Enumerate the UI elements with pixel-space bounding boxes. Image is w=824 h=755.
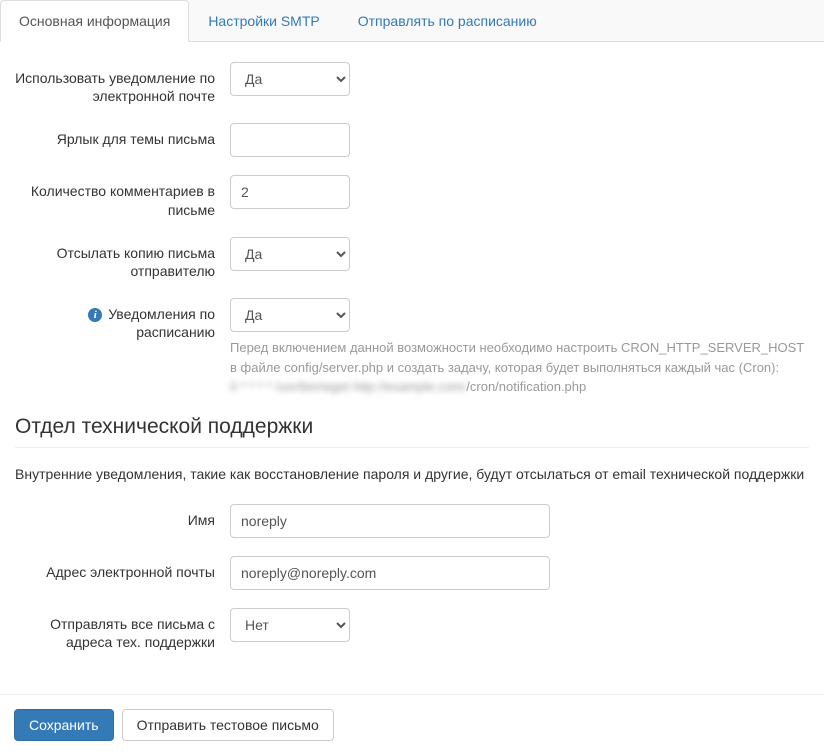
input-support-name[interactable] [230,504,550,538]
label-scheduled-notifications: i Уведомления по расписанию [15,298,230,341]
save-button[interactable]: Сохранить [14,709,114,741]
tab-main-info[interactable]: Основная информация [0,0,189,42]
section-divider [15,447,809,448]
tabs-bar: Основная информация Настройки SMTP Отпра… [0,0,824,42]
label-support-name: Имя [15,504,230,529]
row-use-email-notification: Использовать уведомление по электронной … [15,62,809,105]
section-desc-support: Внутренние уведомления, такие как восста… [15,466,809,482]
input-support-email[interactable] [230,556,550,590]
send-test-email-button[interactable]: Отправить тестовое письмо [122,709,334,741]
tab-schedule-send[interactable]: Отправлять по расписанию [339,0,556,42]
row-support-name: Имя [15,504,809,538]
row-support-email: Адрес электронной почты [15,556,809,590]
help-scheduled-notifications: Перед включением данной возможности необ… [230,338,809,397]
label-scheduled-notifications-text: Уведомления по расписанию [108,306,215,340]
help-text-tail: /cron/notification.php [466,379,586,394]
row-send-all-from-support: Отправлять все письма с адреса тех. подд… [15,608,809,651]
row-scheduled-notifications: i Уведомления по расписанию Да Перед вкл… [15,298,809,397]
input-subject-label[interactable] [230,123,350,157]
footer-bar: Сохранить Отправить тестовое письмо [0,694,824,755]
select-send-all-from-support[interactable]: Нет [230,608,350,642]
help-text-line1: Перед включением данной возможности необ… [230,340,804,375]
select-send-copy[interactable]: Да [230,237,350,271]
input-comments-count[interactable] [230,175,350,209]
label-subject-label: Ярлык для темы письма [15,123,230,148]
label-use-email-notification: Использовать уведомление по электронной … [15,62,230,105]
select-use-email-notification[interactable]: Да [230,62,350,96]
label-send-copy: Отсылать копию письма отправителю [15,237,230,280]
section-title-support: Отдел технической поддержки [15,415,809,439]
label-send-all-from-support: Отправлять все письма с адреса тех. подд… [15,608,230,651]
select-scheduled-notifications[interactable]: Да [230,298,350,332]
row-comments-count: Количество комментариев в письме [15,175,809,218]
label-support-email: Адрес электронной почты [15,556,230,581]
row-send-copy: Отсылать копию письма отправителю Да [15,237,809,280]
row-subject-label: Ярлык для темы письма [15,123,809,157]
help-text-blurred: 0 * * * * /usr/bin/wget http://example.c… [230,379,466,394]
form-main: Использовать уведомление по электронной … [0,42,824,694]
tab-smtp-settings[interactable]: Настройки SMTP [189,0,338,42]
label-comments-count: Количество комментариев в письме [15,175,230,218]
info-icon[interactable]: i [88,308,102,322]
